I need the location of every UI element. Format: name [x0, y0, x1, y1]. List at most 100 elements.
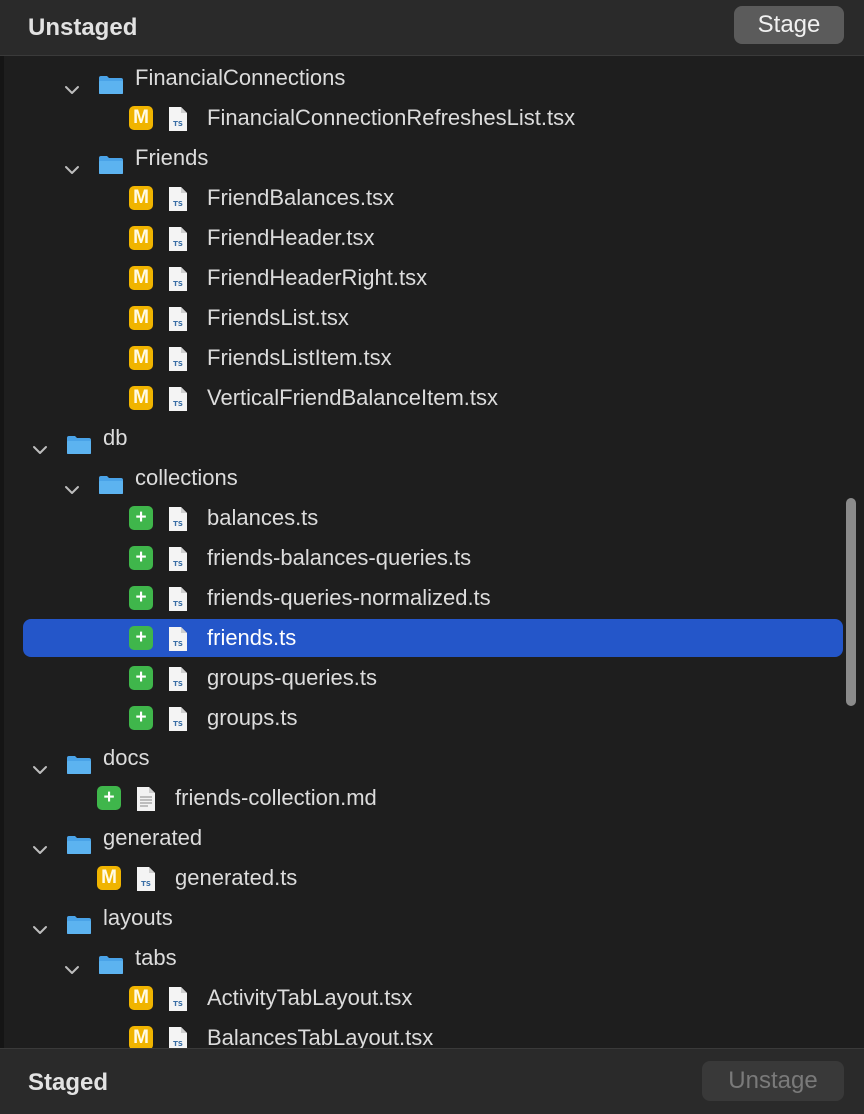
svg-text:TS: TS: [173, 1040, 183, 1048]
folder-name: collections: [135, 465, 238, 490]
file-name: balances.ts: [207, 505, 319, 530]
modified-status-badge: M: [129, 1026, 153, 1048]
file-name: friends.ts: [207, 625, 297, 650]
tree-folder-row[interactable]: db: [0, 418, 864, 458]
ts-file-icon: TS: [167, 665, 189, 691]
chevron-down-icon[interactable]: [32, 751, 48, 774]
svg-text:TS: TS: [173, 240, 183, 248]
added-status-badge: +: [129, 706, 153, 730]
file-name: groups-queries.ts: [207, 665, 377, 690]
added-status-badge: +: [129, 586, 153, 610]
folder-name: db: [103, 425, 128, 450]
folder-name: Friends: [135, 145, 209, 170]
folder-icon: [98, 148, 124, 174]
added-status-badge: +: [129, 546, 153, 570]
tree-file-row[interactable]: + TS friends-balances-queries.ts: [0, 538, 864, 578]
ts-file-icon: TS: [167, 225, 189, 251]
tree-file-row[interactable]: M TS FriendsList.tsx: [0, 298, 864, 338]
svg-text:TS: TS: [173, 1000, 183, 1008]
staged-title: Staged: [28, 1069, 109, 1096]
svg-text:TS: TS: [173, 320, 183, 328]
ts-file-icon: TS: [167, 345, 189, 371]
svg-text:TS: TS: [173, 280, 183, 288]
folder-name: generated: [103, 825, 203, 850]
file-name: ActivityTabLayout.tsx: [207, 985, 413, 1010]
svg-text:TS: TS: [173, 560, 183, 568]
chevron-down-icon[interactable]: [64, 951, 80, 974]
ts-file-icon: TS: [167, 1025, 189, 1048]
stage-button[interactable]: Stage: [734, 6, 844, 44]
folder-icon: [66, 428, 92, 454]
tree-file-row[interactable]: M TS FinancialConnectionRefreshesList.tsx: [0, 98, 864, 138]
chevron-down-icon[interactable]: [64, 471, 80, 494]
folder-name: FinancialConnections: [135, 65, 346, 90]
tree-scrollbar[interactable]: [846, 498, 856, 706]
chevron-down-icon[interactable]: [32, 911, 48, 934]
svg-text:TS: TS: [173, 680, 183, 688]
file-name: VerticalFriendBalanceItem.tsx: [207, 385, 499, 410]
tree-file-row[interactable]: M TS FriendsListItem.tsx: [0, 338, 864, 378]
file-name: FriendsListItem.tsx: [207, 345, 392, 370]
tree-file-row[interactable]: M TS FriendHeaderRight.tsx: [0, 258, 864, 298]
ts-file-icon: TS: [167, 505, 189, 531]
ts-file-icon: TS: [135, 865, 157, 891]
folder-name: layouts: [103, 905, 173, 930]
svg-text:TS: TS: [141, 880, 151, 888]
folder-icon: [98, 948, 124, 974]
file-name: FriendHeader.tsx: [207, 225, 375, 250]
tree-folder-row[interactable]: generated: [0, 818, 864, 858]
tree-folder-row[interactable]: docs: [0, 738, 864, 778]
staged-header: Staged Unstage: [0, 1048, 864, 1114]
folder-icon: [66, 828, 92, 854]
svg-text:TS: TS: [173, 200, 183, 208]
tree-file-row[interactable]: + friends-collection.md: [0, 778, 864, 818]
file-name: generated.ts: [175, 865, 298, 890]
tree-file-row[interactable]: + TS balances.ts: [0, 498, 864, 538]
tree-file-row[interactable]: M TS VerticalFriendBalanceItem.tsx: [0, 378, 864, 418]
file-name: FinancialConnectionRefreshesList.tsx: [207, 105, 576, 130]
added-status-badge: +: [129, 666, 153, 690]
tree-file-row[interactable]: + TS friends-queries-normalized.ts: [0, 578, 864, 618]
tree-file-row[interactable]: M TS ActivityTabLayout.tsx: [0, 978, 864, 1018]
unstage-button[interactable]: Unstage: [702, 1061, 844, 1101]
tree-file-row[interactable]: + TS friends.ts: [0, 618, 864, 658]
chevron-down-icon[interactable]: [32, 431, 48, 454]
modified-status-badge: M: [129, 186, 153, 210]
tree-file-row[interactable]: M TS BalancesTabLayout.tsx: [0, 1018, 864, 1048]
folder-name: tabs: [135, 945, 177, 970]
tree-folder-row[interactable]: tabs: [0, 938, 864, 978]
ts-file-icon: TS: [167, 105, 189, 131]
unstaged-title: Unstaged: [28, 14, 138, 41]
file-name: groups.ts: [207, 705, 298, 730]
folder-icon: [66, 748, 92, 774]
tree-folder-row[interactable]: layouts: [0, 898, 864, 938]
ts-file-icon: TS: [167, 265, 189, 291]
unstaged-file-tree: FinancialConnections M TS FinancialConnecti…: [0, 56, 864, 1048]
svg-text:TS: TS: [173, 520, 183, 528]
added-status-badge: +: [129, 506, 153, 530]
unstaged-header: Unstaged Stage: [0, 0, 864, 56]
svg-text:TS: TS: [173, 400, 183, 408]
tree-folder-row[interactable]: Friends: [0, 138, 864, 178]
file-name: friends-collection.md: [175, 785, 377, 810]
tree-file-row[interactable]: M TS FriendBalances.tsx: [0, 178, 864, 218]
modified-status-badge: M: [129, 306, 153, 330]
chevron-down-icon[interactable]: [64, 151, 80, 174]
tree-file-row[interactable]: M TS generated.ts: [0, 858, 864, 898]
tree-file-row[interactable]: + TS groups-queries.ts: [0, 658, 864, 698]
tree-folder-row[interactable]: collections: [0, 458, 864, 498]
file-name: BalancesTabLayout.tsx: [207, 1025, 434, 1048]
file-name: FriendHeaderRight.tsx: [207, 265, 428, 290]
modified-status-badge: M: [129, 986, 153, 1010]
chevron-down-icon[interactable]: [64, 71, 80, 94]
ts-file-icon: TS: [167, 385, 189, 411]
tree-file-row[interactable]: + TS groups.ts: [0, 698, 864, 738]
tree-file-row[interactable]: M TS FriendHeader.tsx: [0, 218, 864, 258]
file-name: FriendBalances.tsx: [207, 185, 395, 210]
svg-text:TS: TS: [173, 640, 183, 648]
file-name: friends-balances-queries.ts: [207, 545, 472, 570]
modified-status-badge: M: [129, 226, 153, 250]
tree-folder-row[interactable]: FinancialConnections: [0, 58, 864, 98]
svg-text:TS: TS: [173, 120, 183, 128]
chevron-down-icon[interactable]: [32, 831, 48, 854]
